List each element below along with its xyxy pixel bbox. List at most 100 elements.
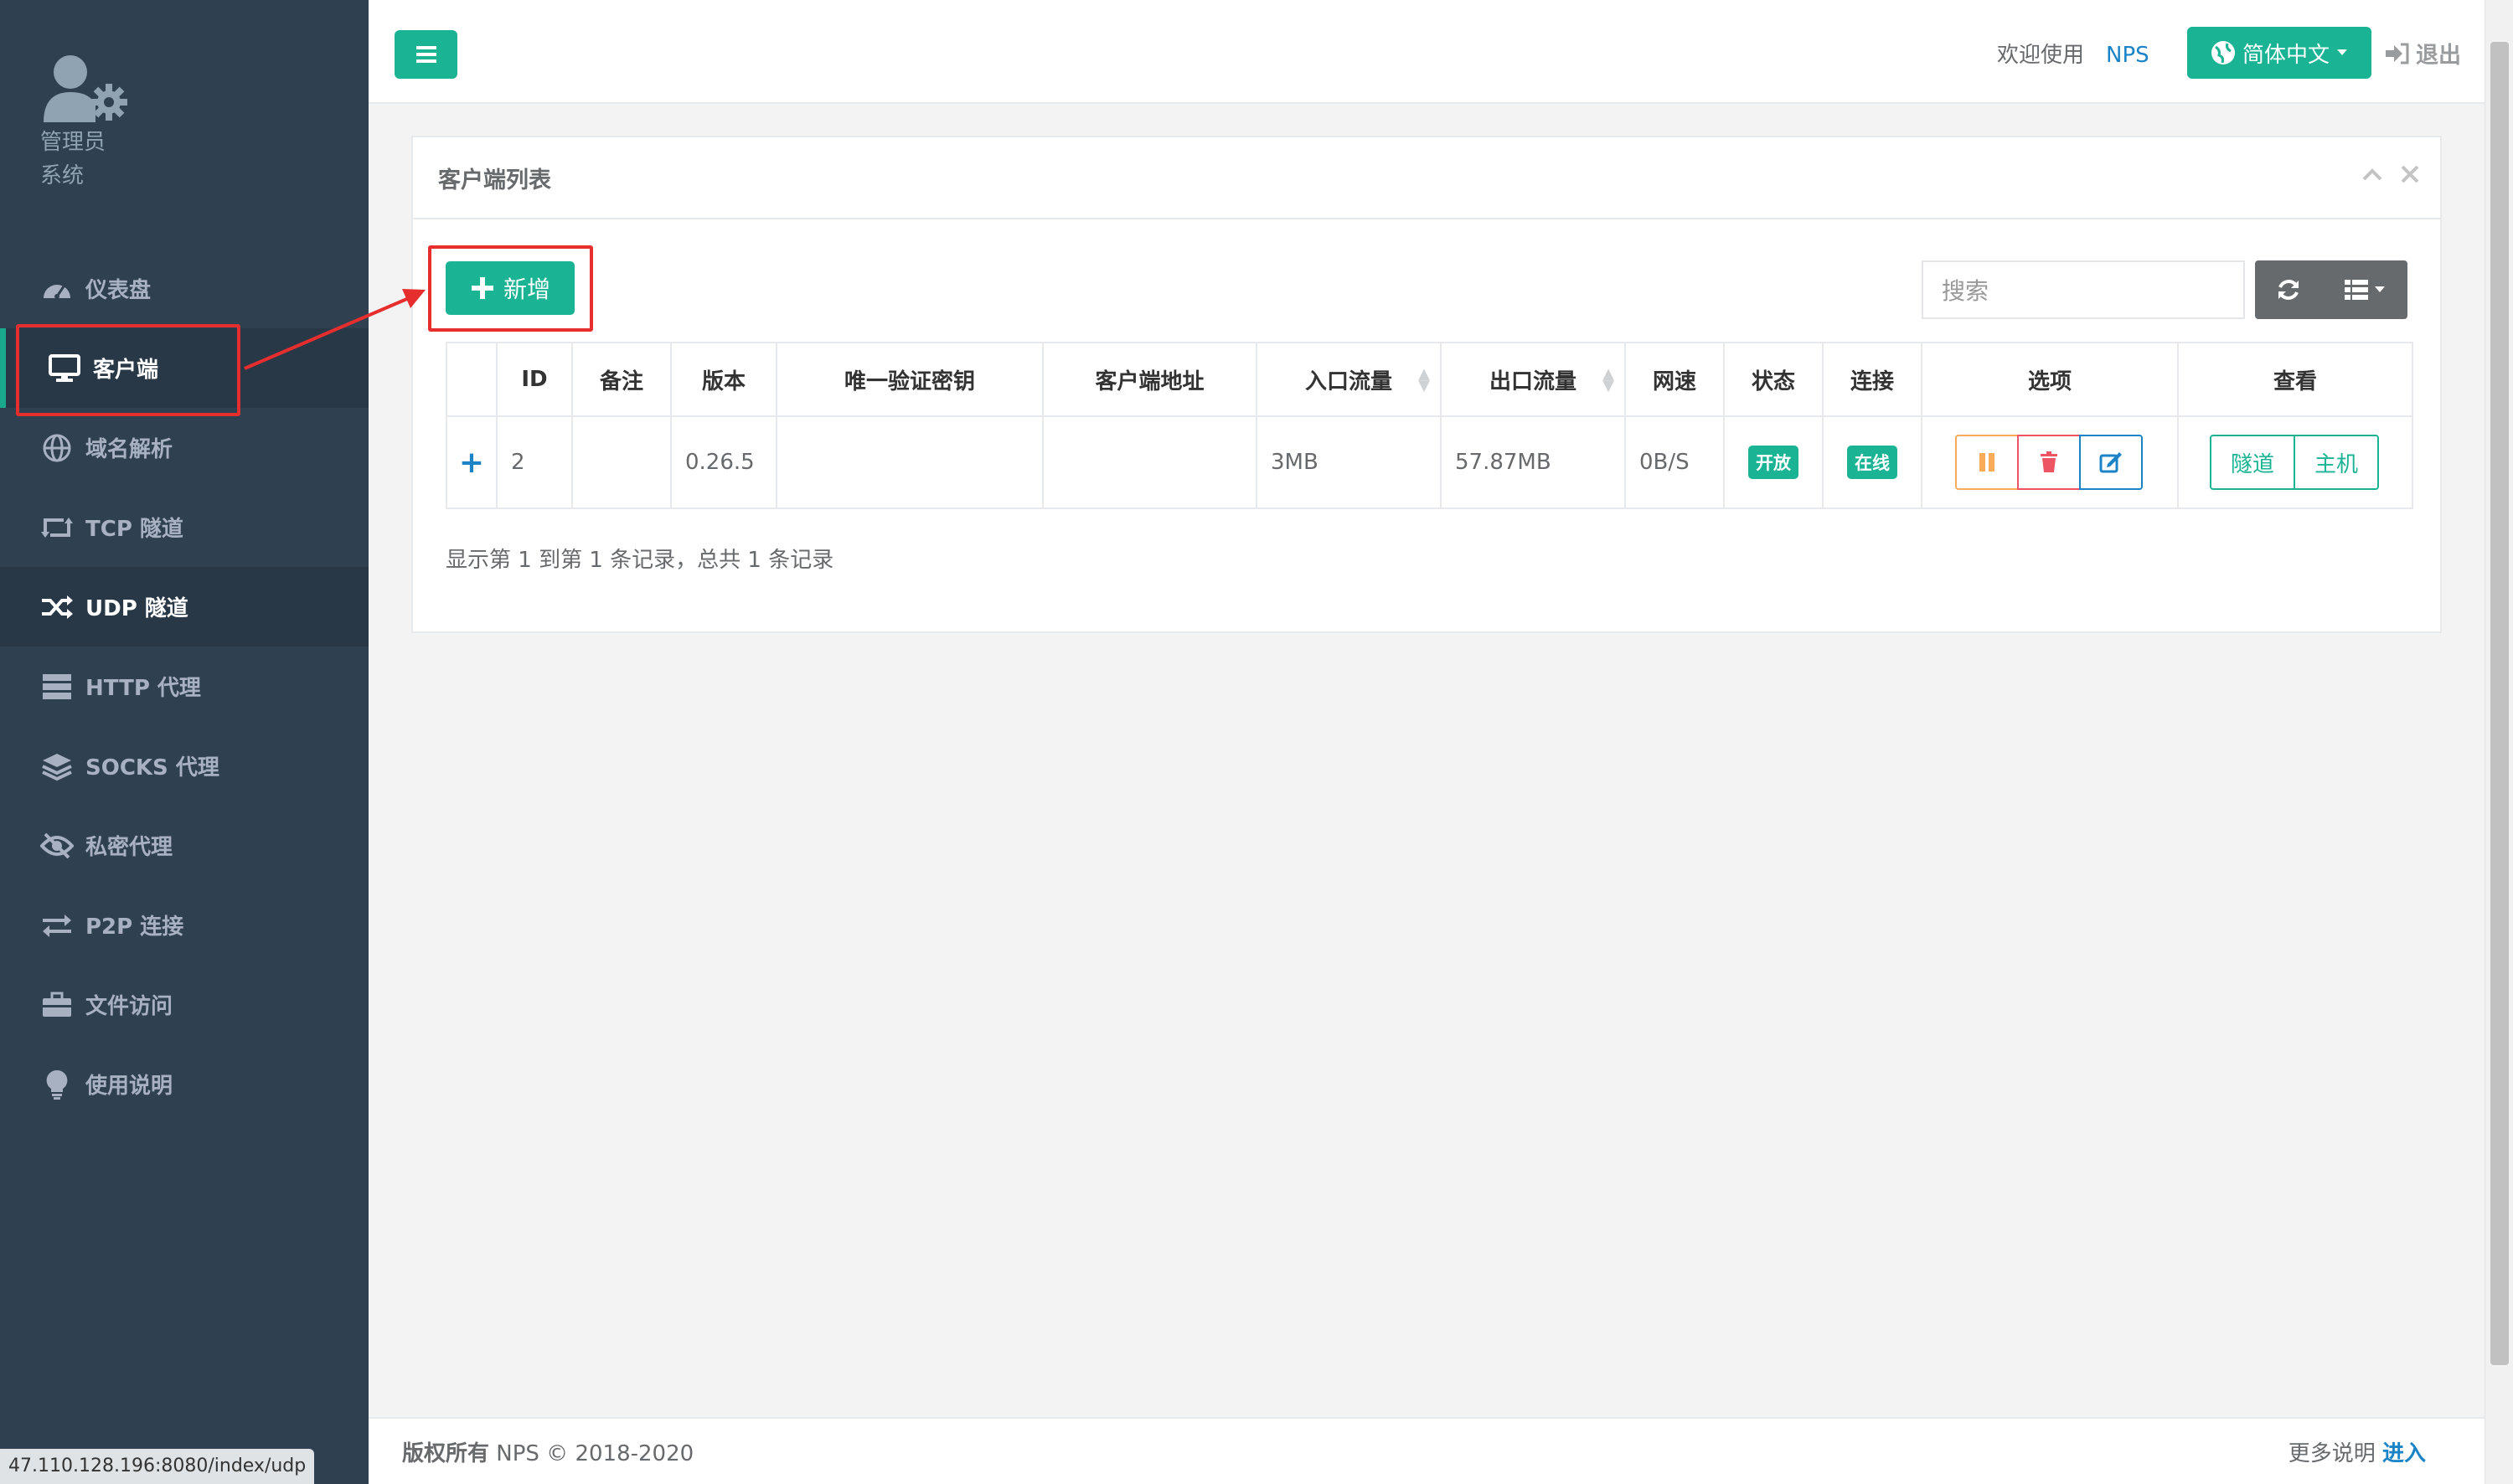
more-info-label: 更多说明 [2288,1440,2376,1466]
col-status[interactable]: 状态 [1723,342,1824,417]
status-badge: 开放 [1748,446,1798,479]
sidebar-item-socks[interactable]: SOCKS 代理 [0,726,369,806]
pause-icon [1979,453,1994,471]
copyright-label: 版权所有 [402,1440,490,1466]
col-expand [446,342,498,417]
admin-avatar-icon [40,50,132,126]
sidebar-item-label: 仪表盘 [85,278,152,303]
profile-system: 系统 [40,163,85,188]
dashboard-icon [40,272,74,306]
th-list-icon [2345,280,2368,300]
exchange-icon [40,909,74,942]
table-header-row: ID 备注 版本 唯一验证密钥 客户端地址 入口流量 ▲ ▼ 出口流量 ▲ ▼ 网速 状… [446,342,2413,417]
chevron-up-icon[interactable] [2361,164,2383,186]
panel-header: 客户端列表 [413,137,2440,219]
copyright-text: NPS © 2018-2020 [496,1440,694,1466]
cell-addr [1042,415,1257,509]
cell-vkey [776,415,1044,509]
caret-down-icon [2337,49,2347,55]
footer: 版权所有 NPS © 2018-2020 更多说明 进入 [369,1417,2485,1484]
more-info: 更多说明 进入 [2289,1436,2426,1467]
sidebar-item-domain[interactable]: 域名解析 [0,408,369,487]
delete-button[interactable] [2017,435,2081,490]
col-out-flow-label: 出口流量 [1489,368,1576,394]
globe-icon [2211,41,2235,64]
col-connect[interactable]: 连接 [1822,342,1922,417]
sidebar-item-label: UDP 隧道 [85,596,188,621]
col-version[interactable]: 版本 [670,342,777,417]
col-vkey[interactable]: 唯一验证密钥 [776,342,1044,417]
col-view: 查看 [2177,342,2413,417]
sidebar-item-label: 私密代理 [85,835,173,860]
col-rate[interactable]: 网速 [1624,342,1725,417]
col-in-flow[interactable]: 入口流量 ▲ ▼ [1256,342,1442,417]
view-host-button[interactable]: 主机 [2294,435,2379,490]
cell-remark [571,415,672,509]
sidebar-item-udp[interactable]: UDP 隧道 [0,567,369,647]
highlight-box-add-button [428,245,593,332]
retweet-icon [40,511,74,544]
sidebar-item-label: TCP 隧道 [85,517,183,542]
enter-link[interactable]: 进入 [2382,1441,2426,1466]
edit-button[interactable] [2079,435,2143,490]
welcome-label: 欢迎使用 [1997,43,2085,68]
scrollbar-thumb[interactable] [2490,42,2509,1365]
user-profile: 管理员 系统 [40,50,292,193]
client-table: ID 备注 版本 唯一验证密钥 客户端地址 入口流量 ▲ ▼ 出口流量 ▲ ▼ 网速 状… [446,342,2413,509]
layers-icon [40,750,74,783]
eye-slash-icon [40,829,74,863]
sidebar-item-label: HTTP 代理 [85,676,201,701]
logout-label: 退出 [2416,43,2461,69]
table-row: + 2 0.26.5 3MB 57.87MB 0B/S 开放 在线 隧道 主机 [446,415,2413,509]
vertical-scrollbar[interactable] [2485,0,2513,1484]
cell-options [1921,415,2179,509]
refresh-button[interactable] [2255,260,2322,319]
sidebar-item-help[interactable]: 使用说明 [0,1044,369,1124]
sidebar-item-secret[interactable]: 私密代理 [0,806,369,885]
col-remark[interactable]: 备注 [571,342,672,417]
sidebar-item-http[interactable]: HTTP 代理 [0,647,369,726]
col-in-flow-label: 入口流量 [1304,368,1392,394]
cell-out-flow: 57.87MB [1440,415,1626,509]
search-input[interactable]: 搜索 [1922,260,2245,319]
sidebar-item-file[interactable]: 文件访问 [0,965,369,1044]
cell-view: 隧道 主机 [2177,415,2413,509]
view-button-group: 隧道 主机 [2179,435,2412,490]
copyright: 版权所有 NPS © 2018-2020 [402,1436,694,1467]
sidebar-item-dashboard[interactable]: 仪表盘 [0,249,369,328]
cell-rate: 0B/S [1624,415,1725,509]
cell-id: 2 [496,415,573,509]
menu-toggle-button[interactable] [395,30,457,79]
view-tunnel-button[interactable]: 隧道 [2210,435,2295,490]
sidebar-item-label: 域名解析 [85,437,173,462]
close-icon[interactable] [2400,164,2420,184]
cell-version: 0.26.5 [670,415,777,509]
server-icon [40,670,74,703]
brand-name: NPS [2106,43,2149,68]
pause-button[interactable] [1955,435,2019,490]
columns-toggle-button[interactable] [2322,260,2407,319]
language-dropdown[interactable]: 简体中文 [2187,27,2371,79]
sidebar-item-label: P2P 连接 [85,915,184,940]
top-navbar: 欢迎使用 NPS 简体中文 退出 [369,0,2485,104]
col-addr[interactable]: 客户端地址 [1042,342,1257,417]
connect-badge: 在线 [1847,446,1897,479]
cell-in-flow: 3MB [1256,415,1442,509]
sidebar-item-label: 使用说明 [85,1074,173,1099]
random-icon [40,590,74,624]
language-label: 简体中文 [2242,42,2330,68]
refresh-icon [2278,280,2299,300]
cell-connect: 在线 [1822,415,1922,509]
sidebar-item-p2p[interactable]: P2P 连接 [0,885,369,965]
panel-tools [2361,164,2420,186]
col-out-flow[interactable]: 出口流量 ▲ ▼ [1440,342,1626,417]
logout-link[interactable]: 退出 [2384,37,2461,70]
expand-row-icon[interactable]: + [446,415,498,509]
lightbulb-icon [40,1068,74,1101]
sidebar-item-tcp[interactable]: TCP 隧道 [0,487,369,567]
edit-icon [2099,452,2122,473]
trash-icon [2041,451,2057,472]
col-id[interactable]: ID [496,342,573,417]
sidebar: 管理员 系统 仪表盘 客户端 域名解析 TCP 隧道 UDP 隧道 HTTP 代… [0,0,369,1484]
panel-title: 客户端列表 [438,167,551,193]
